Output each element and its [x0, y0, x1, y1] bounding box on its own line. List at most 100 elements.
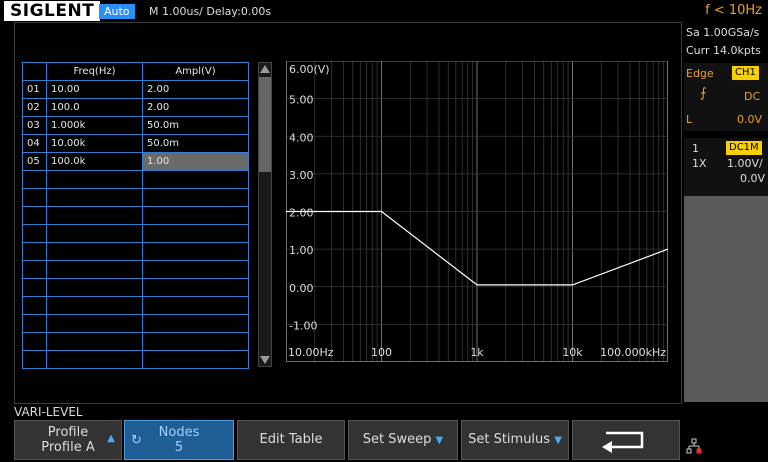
- table-cell[interactable]: 03: [22, 116, 47, 135]
- table-cell[interactable]: [22, 260, 47, 279]
- table-header-ampl: Ampl(V): [142, 62, 249, 81]
- table-cell[interactable]: [22, 314, 47, 333]
- rising-edge-icon: ⨍: [700, 86, 707, 101]
- table-cell[interactable]: [46, 242, 143, 261]
- table-row[interactable]: [22, 224, 249, 243]
- table-cell[interactable]: [142, 314, 249, 333]
- table-cell[interactable]: 1.00: [142, 152, 249, 171]
- table-scrollbar-thumb[interactable]: [259, 77, 271, 172]
- table-cell[interactable]: 02: [22, 98, 47, 117]
- table-row[interactable]: [22, 314, 249, 333]
- table-header-row: Freq(Hz) Ampl(V): [22, 62, 249, 81]
- scroll-up-arrow-icon[interactable]: [258, 62, 272, 76]
- y-tick-label: 5.00: [289, 94, 314, 107]
- table-cell[interactable]: 50.0m: [142, 134, 249, 153]
- table-cell[interactable]: [46, 206, 143, 225]
- return-arrow-icon: [602, 431, 644, 453]
- table-cell[interactable]: [22, 206, 47, 225]
- channel-number: 1: [692, 142, 699, 155]
- return-button[interactable]: [572, 420, 680, 460]
- table-cell[interactable]: 05: [22, 152, 47, 171]
- table-cell[interactable]: [142, 296, 249, 315]
- table-cell[interactable]: [142, 224, 249, 243]
- table-cell[interactable]: [22, 170, 47, 189]
- table-row[interactable]: [22, 296, 249, 315]
- table-cell[interactable]: 10.00k: [46, 134, 143, 153]
- table-cell[interactable]: [46, 260, 143, 279]
- acquisition-mode-badge[interactable]: Auto: [99, 4, 135, 19]
- table-cell[interactable]: 04: [22, 134, 47, 153]
- trigger-level-readout: 0.0V: [737, 113, 763, 126]
- table-cell[interactable]: [142, 170, 249, 189]
- table-cell[interactable]: [46, 224, 143, 243]
- table-cell[interactable]: 50.0m: [142, 116, 249, 135]
- nodes-softkey[interactable]: Nodes 5 ↻: [124, 420, 234, 460]
- table-cell[interactable]: 2.00: [142, 98, 249, 117]
- profile-softkey[interactable]: Profile Profile A ▲: [14, 420, 122, 460]
- table-cell[interactable]: 1.000k: [46, 116, 143, 135]
- table-row[interactable]: 03 1.000k 50.0m: [22, 116, 249, 135]
- y-tick-label: 3.00: [289, 169, 314, 182]
- node-table[interactable]: Freq(Hz) Ampl(V) 01 10.00 2.00 02 100.0 2.00 0…: [22, 62, 249, 369]
- table-cell[interactable]: 100.0k: [46, 152, 143, 171]
- table-cell[interactable]: [46, 170, 143, 189]
- table-cell[interactable]: 10.00: [46, 80, 143, 99]
- vari-level-table[interactable]: Freq(Hz) Ampl(V) 01 10.00 2.00 02 100.0 2.00 0…: [22, 62, 258, 369]
- right-panel-empty-area: [684, 196, 768, 402]
- table-cell[interactable]: [46, 314, 143, 333]
- table-row[interactable]: [22, 170, 249, 189]
- table-cell[interactable]: [142, 278, 249, 297]
- table-cell[interactable]: 01: [22, 80, 47, 99]
- table-cell[interactable]: 100.0: [46, 98, 143, 117]
- trigger-frequency-readout: f < 10Hz: [705, 3, 762, 18]
- edit-table-button[interactable]: Edit Table: [237, 420, 345, 460]
- table-row[interactable]: [22, 350, 249, 369]
- table-cell[interactable]: [22, 242, 47, 261]
- table-row[interactable]: 01 10.00 2.00: [22, 80, 249, 99]
- table-row[interactable]: [22, 206, 249, 225]
- y-tick-label: 0.00: [289, 282, 314, 295]
- y-tick-label: 6.00(V): [289, 63, 330, 76]
- probe-attenuation: 1X: [692, 157, 707, 170]
- table-row[interactable]: 05 100.0k 1.00: [22, 152, 249, 171]
- table-row[interactable]: [22, 278, 249, 297]
- table-row[interactable]: [22, 260, 249, 279]
- table-cell[interactable]: [142, 242, 249, 261]
- table-row[interactable]: [22, 188, 249, 207]
- table-cell[interactable]: [46, 296, 143, 315]
- table-cell[interactable]: [142, 332, 249, 351]
- scroll-down-arrow-icon[interactable]: [258, 353, 272, 367]
- table-cell[interactable]: [142, 206, 249, 225]
- table-row[interactable]: 04 10.00k 50.0m: [22, 134, 249, 153]
- table-cell[interactable]: [142, 260, 249, 279]
- set-stimulus-softkey[interactable]: Set Stimulus ▼: [461, 420, 569, 460]
- set-sweep-label: Set Sweep: [362, 432, 432, 447]
- trigger-source-badge: CH1: [732, 66, 759, 80]
- trigger-type-label: Edge: [686, 67, 714, 80]
- table-cell[interactable]: [46, 332, 143, 351]
- table-row[interactable]: 02 100.0 2.00: [22, 98, 249, 117]
- down-arrow-icon: ▼: [435, 435, 444, 446]
- table-row[interactable]: [22, 242, 249, 261]
- table-cell[interactable]: [22, 296, 47, 315]
- brand-logo: SIGLENT: [4, 1, 101, 21]
- trigger-level-label: L: [686, 113, 693, 126]
- table-cell[interactable]: [22, 188, 47, 207]
- table-cell[interactable]: [142, 188, 249, 207]
- volts-per-div-readout: 1.00V/: [727, 157, 763, 170]
- set-sweep-softkey[interactable]: Set Sweep ▼: [348, 420, 458, 460]
- x-tick-label: 100.000kHz: [600, 346, 666, 359]
- table-cell[interactable]: [46, 188, 143, 207]
- table-cell[interactable]: [46, 350, 143, 369]
- table-row[interactable]: [22, 332, 249, 351]
- channel-offset-readout: 0.0V: [740, 172, 766, 185]
- table-cell[interactable]: [22, 224, 47, 243]
- table-cell[interactable]: 2.00: [142, 80, 249, 99]
- x-tick-label: 1k: [470, 346, 484, 359]
- table-cell[interactable]: [22, 278, 47, 297]
- table-cell[interactable]: [46, 278, 143, 297]
- table-cell[interactable]: [22, 332, 47, 351]
- table-cell[interactable]: [142, 350, 249, 369]
- table-cell[interactable]: [22, 350, 47, 369]
- set-stimulus-label: Set Stimulus: [468, 432, 551, 447]
